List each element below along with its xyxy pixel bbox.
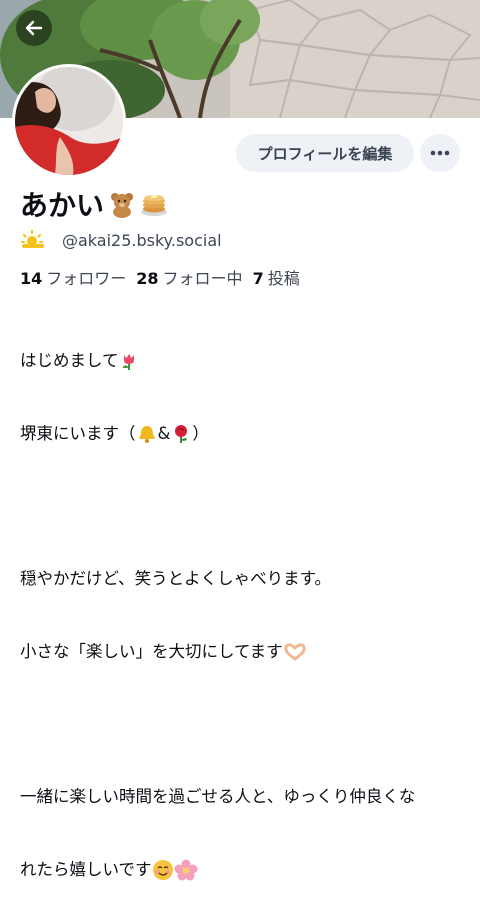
- bio-text-4: 小さな「楽しい」を大切にしてます: [20, 641, 283, 661]
- handle-row: @akai25.bsky.social: [20, 229, 222, 251]
- arrow-left-icon: [25, 20, 43, 36]
- bio-text-2b: &: [157, 424, 171, 443]
- posts-stat: 7 投稿: [253, 265, 300, 289]
- bio-line-2: 堺東にいます（ & ）: [20, 422, 466, 446]
- handle: @akai25.bsky.social: [62, 230, 222, 250]
- avatar[interactable]: [12, 64, 126, 178]
- pancakes-icon: [141, 195, 168, 216]
- edit-profile-button[interactable]: プロフィールを編集: [236, 134, 414, 172]
- bio-line-1: はじめまして: [20, 349, 466, 373]
- bio-text-2c: ）: [192, 424, 209, 443]
- ellipsis-icon: [430, 150, 450, 156]
- tulip-icon: [122, 353, 134, 370]
- bio-text-6: れたら嬉しいです: [20, 859, 152, 879]
- cherry-blossom-icon: [174, 859, 198, 881]
- posts-label: 投稿: [267, 269, 300, 288]
- more-options-button[interactable]: [420, 134, 460, 172]
- bio-text-2a: 堺東にいます（: [20, 424, 136, 443]
- display-name: あかい: [20, 189, 105, 222]
- bio-blank-2: [20, 712, 466, 736]
- bio-text-5: 一緒に楽しい時間を過ごせる人と、ゆっくり仲良くな: [20, 786, 416, 806]
- following-label: フォロー中: [162, 269, 243, 288]
- bio-line-6: れたら嬉しいです: [20, 858, 466, 882]
- sun-behind-cloud-icon: [21, 230, 44, 248]
- followers-stat[interactable]: 14 フォロワー: [20, 265, 126, 289]
- bio-line-5: 一緒に楽しい時間を過ごせる人と、ゆっくり仲良くな: [20, 785, 466, 809]
- teddy-bear-icon: [111, 193, 134, 218]
- back-button[interactable]: [16, 10, 52, 46]
- bio-line-3: 穏やかだけど、笑うとよくしゃべります。: [20, 567, 466, 591]
- smiling-face-icon: [152, 859, 173, 880]
- rose-icon: [175, 425, 188, 444]
- display-name-row: あかい: [20, 184, 168, 224]
- followers-count: 14: [20, 269, 43, 288]
- profile-bio: はじめまして 堺東にいます（ & ） 穏やかだけど、笑うとよくしゃべります。 小…: [20, 301, 466, 906]
- posts-count: 7: [252, 269, 264, 288]
- bell-icon: [138, 426, 155, 444]
- following-count: 28: [136, 269, 159, 288]
- bio-text-1: はじめまして: [20, 351, 119, 371]
- bio-blank-1: [20, 495, 466, 519]
- followers-label: フォロワー: [46, 269, 127, 288]
- bio-line-4: 小さな「楽しい」を大切にしてます: [20, 640, 466, 664]
- following-stat[interactable]: 28 フォロー中: [136, 265, 242, 289]
- heart-hands-icon: [284, 643, 306, 661]
- profile-stats: 14 フォロワー 28 フォロー中 7 投稿: [20, 265, 300, 289]
- bio-text-3: 穏やかだけど、笑うとよくしゃべります。: [20, 569, 332, 589]
- avatar-image: [15, 67, 123, 175]
